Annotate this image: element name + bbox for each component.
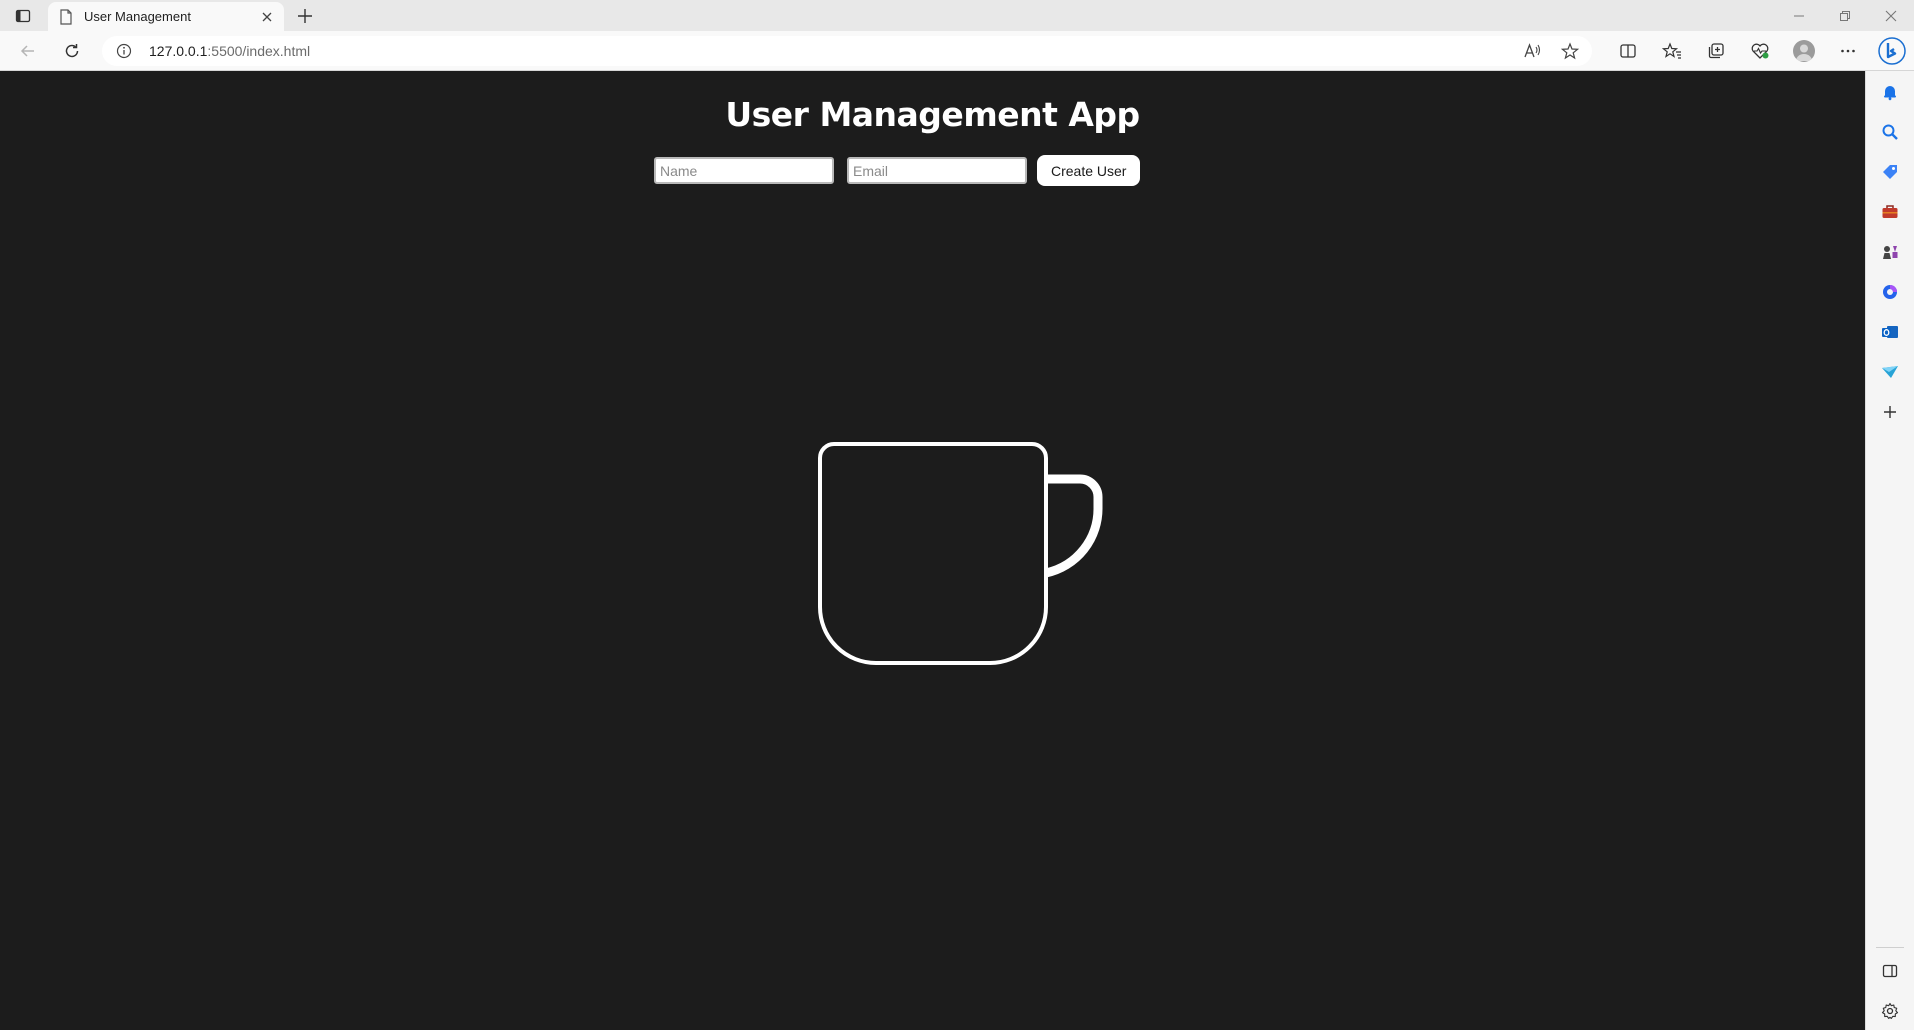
page-content: User Management App Create User bbox=[0, 71, 1865, 1030]
site-info-icon[interactable] bbox=[116, 43, 132, 59]
sidebar-divider bbox=[1876, 947, 1904, 948]
bell-icon[interactable] bbox=[1879, 81, 1901, 103]
drop-icon[interactable] bbox=[1879, 361, 1901, 383]
edge-sidebar bbox=[1865, 71, 1914, 1030]
favorite-star-icon[interactable] bbox=[1558, 40, 1582, 62]
mug-illustration bbox=[818, 442, 1103, 665]
copilot-icon[interactable] bbox=[1870, 37, 1914, 65]
create-user-form: Create User bbox=[654, 155, 1141, 186]
settings-icon[interactable] bbox=[1879, 1000, 1901, 1022]
restore-icon[interactable] bbox=[1822, 0, 1868, 31]
toolbox-icon[interactable] bbox=[1879, 201, 1901, 223]
address-bar[interactable]: 127.0.0.1:5500/index.html bbox=[102, 36, 1592, 66]
office-icon[interactable] bbox=[1879, 281, 1901, 303]
more-menu-icon[interactable] bbox=[1826, 37, 1870, 65]
add-icon[interactable] bbox=[1879, 401, 1901, 423]
games-icon[interactable] bbox=[1879, 241, 1901, 263]
url-host: 127.0.0.1 bbox=[149, 43, 208, 59]
browser-toolbar: 127.0.0.1:5500/index.html bbox=[0, 31, 1914, 71]
back-icon[interactable] bbox=[14, 37, 42, 65]
minimize-icon[interactable] bbox=[1776, 0, 1822, 31]
close-tab-icon[interactable] bbox=[259, 9, 275, 25]
search-icon[interactable] bbox=[1879, 121, 1901, 143]
email-input[interactable] bbox=[847, 157, 1027, 184]
split-screen-icon[interactable] bbox=[1606, 37, 1650, 65]
tag-icon[interactable] bbox=[1879, 161, 1901, 183]
sidebar-toggle-icon[interactable] bbox=[1879, 960, 1901, 982]
read-aloud-icon[interactable] bbox=[1520, 40, 1544, 62]
active-tab[interactable]: User Management bbox=[48, 2, 284, 31]
page-icon bbox=[59, 9, 73, 25]
tab-title: User Management bbox=[84, 9, 191, 24]
mug-handle bbox=[1044, 474, 1103, 578]
browser-essentials-icon[interactable] bbox=[1738, 37, 1782, 65]
collections-icon[interactable] bbox=[1694, 37, 1738, 65]
refresh-icon[interactable] bbox=[58, 37, 86, 65]
create-user-button[interactable]: Create User bbox=[1037, 155, 1141, 186]
tab-strip: User Management bbox=[0, 0, 1914, 31]
url-path: :5500/index.html bbox=[207, 43, 311, 59]
favorites-icon[interactable] bbox=[1650, 37, 1694, 65]
close-window-icon[interactable] bbox=[1868, 0, 1914, 31]
mug-body bbox=[818, 442, 1048, 665]
tab-actions-icon[interactable] bbox=[11, 5, 35, 27]
page-title: User Management App bbox=[725, 95, 1140, 134]
window-controls bbox=[1776, 0, 1914, 31]
url-text[interactable]: 127.0.0.1:5500/index.html bbox=[149, 43, 310, 59]
new-tab-icon[interactable] bbox=[294, 5, 316, 27]
outlook-icon[interactable] bbox=[1879, 321, 1901, 343]
profile-avatar-icon[interactable] bbox=[1782, 37, 1826, 65]
name-input[interactable] bbox=[654, 157, 834, 184]
